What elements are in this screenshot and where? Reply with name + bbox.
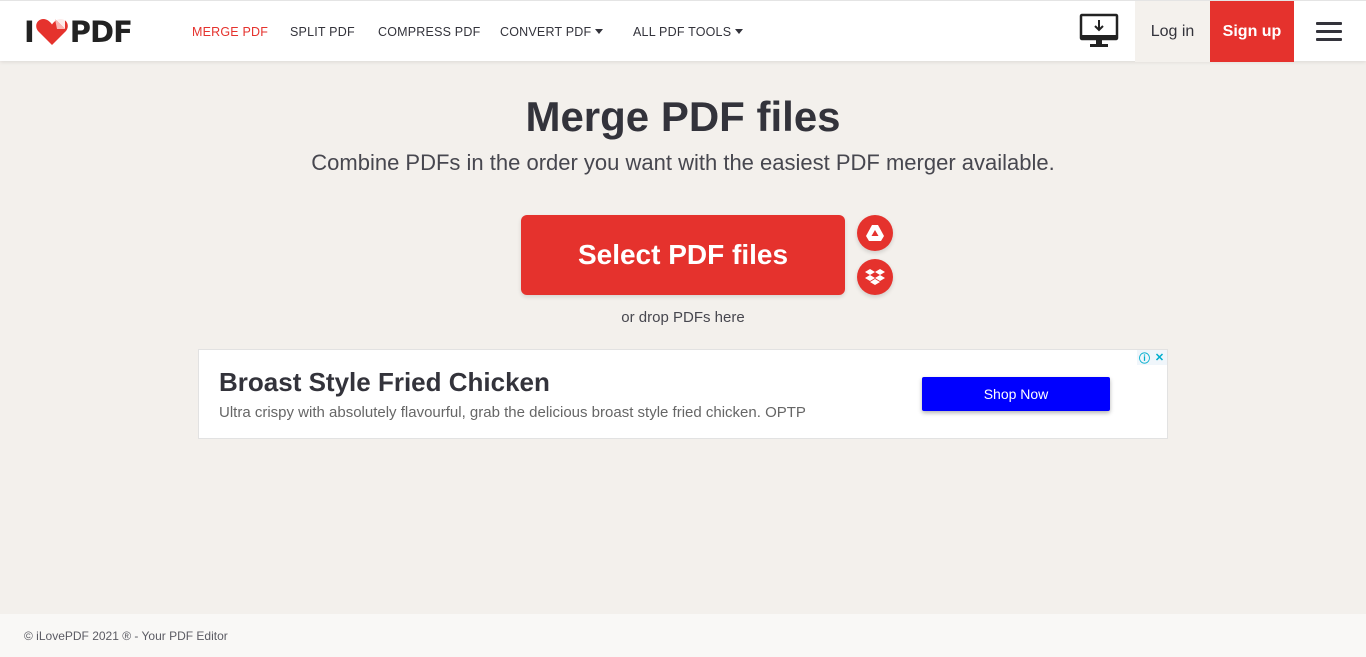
ilovepdf-logo[interactable]: I PDF — [24, 15, 133, 49]
nav-all-tools-label: ALL PDF TOOLS — [633, 25, 732, 39]
footer-copyright: © iLovePDF 2021 ® - Your PDF Editor — [24, 629, 228, 643]
caret-down-icon — [735, 29, 744, 34]
nav-split-pdf[interactable]: SPLIT PDF — [290, 25, 355, 39]
ad-info-icon[interactable]: ⓘ — [1137, 350, 1152, 365]
hamburger-menu-button[interactable] — [1316, 20, 1344, 42]
page-title: Merge PDF files — [525, 93, 841, 140]
hamburger-icon-bar — [1316, 38, 1342, 41]
nav-convert-label: CONVERT PDF — [500, 25, 592, 39]
ad-shop-now-button[interactable]: Shop Now — [922, 377, 1110, 411]
page-subtitle: Combine PDFs in the order you want with … — [311, 150, 1055, 175]
hamburger-icon — [1316, 22, 1342, 25]
footer: © iLovePDF 2021 ® - Your PDF Editor — [0, 614, 1366, 657]
nav-compress-pdf[interactable]: COMPRESS PDF — [378, 25, 480, 39]
top-navigation-bar: I PDF MERGE PDF SPLIT PDF COMPRESS PDF C… — [0, 0, 1366, 62]
dropbox-button[interactable] — [857, 259, 893, 295]
hamburger-icon-bar — [1316, 30, 1342, 33]
desktop-app-button[interactable] — [1079, 13, 1119, 49]
drop-hint-text: or drop PDFs here — [621, 309, 745, 326]
logo-letters-pdf: PDF — [69, 15, 133, 49]
advertisement-banner[interactable]: Broast Style Fried Chicken Ultra crispy … — [198, 349, 1168, 439]
ad-title[interactable]: Broast Style Fried Chicken — [219, 367, 550, 398]
signup-button[interactable]: Sign up — [1210, 1, 1294, 62]
nav-merge-pdf[interactable]: MERGE PDF — [192, 25, 268, 39]
ad-close-icon[interactable]: ✕ — [1152, 350, 1167, 365]
nav-convert-pdf[interactable]: CONVERT PDF — [500, 25, 604, 39]
ad-description[interactable]: Ultra crispy with absolutely flavourful,… — [219, 404, 806, 421]
google-drive-button[interactable] — [857, 215, 893, 251]
logo-letter-i: I — [24, 15, 35, 49]
heart-icon — [35, 19, 68, 45]
ad-choices: ⓘ ✕ — [1137, 350, 1167, 365]
caret-down-icon — [595, 29, 604, 34]
desktop-download-icon — [1079, 13, 1119, 47]
google-drive-icon — [866, 225, 884, 241]
select-pdf-files-button[interactable]: Select PDF files — [521, 215, 845, 295]
login-button[interactable]: Log in — [1135, 1, 1210, 62]
nav-all-pdf-tools[interactable]: ALL PDF TOOLS — [633, 25, 744, 39]
dropbox-icon — [865, 269, 885, 285]
